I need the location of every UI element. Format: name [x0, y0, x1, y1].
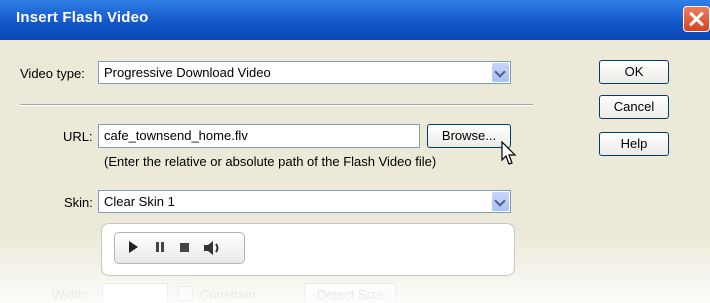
url-label: URL:	[63, 129, 93, 144]
mouse-cursor-icon	[501, 141, 517, 165]
video-type-value: Progressive Download Video	[104, 65, 271, 80]
url-hint: (Enter the relative or absolute path of …	[104, 154, 437, 169]
chevron-down-icon[interactable]	[492, 63, 509, 82]
chevron-down-icon[interactable]	[492, 192, 509, 211]
video-type-label: Video type:	[20, 66, 85, 81]
browse-label: Browse...	[441, 128, 497, 143]
width-label: Width:	[52, 287, 89, 302]
detect-size-button[interactable]: Detect Size	[304, 283, 396, 303]
skin-label: Skin:	[64, 195, 93, 210]
title-bar: Insert Flash Video	[0, 0, 710, 40]
constrain-label: Constrain	[200, 287, 256, 302]
player-controls	[114, 232, 245, 264]
ok-button[interactable]: OK	[599, 60, 669, 84]
dialog-title: Insert Flash Video	[16, 9, 149, 26]
ok-label: OK	[624, 64, 644, 79]
constrain-checkbox[interactable]	[178, 286, 193, 301]
stop-icon	[180, 243, 189, 252]
cancel-label: Cancel	[613, 99, 655, 114]
volume-icon	[204, 241, 219, 255]
browse-button[interactable]: Browse...	[427, 124, 511, 148]
width-input[interactable]	[102, 283, 168, 303]
detect-size-label: Detect Size	[316, 287, 384, 302]
insert-flash-video-dialog: Insert Flash Video Video type: Progressi…	[0, 0, 710, 303]
play-icon	[129, 241, 138, 253]
url-input[interactable]: cafe_townsend_home.flv	[98, 124, 420, 148]
pause-icon	[156, 242, 164, 252]
skin-value: Clear Skin 1	[104, 194, 175, 209]
skin-select[interactable]: Clear Skin 1	[98, 190, 511, 213]
close-icon[interactable]	[683, 6, 710, 32]
separator	[20, 104, 533, 106]
skin-preview	[101, 223, 515, 276]
video-type-select[interactable]: Progressive Download Video	[98, 61, 511, 84]
help-button[interactable]: Help	[599, 132, 669, 156]
cancel-button[interactable]: Cancel	[599, 95, 669, 119]
help-label: Help	[620, 136, 648, 151]
url-value: cafe_townsend_home.flv	[104, 128, 248, 143]
